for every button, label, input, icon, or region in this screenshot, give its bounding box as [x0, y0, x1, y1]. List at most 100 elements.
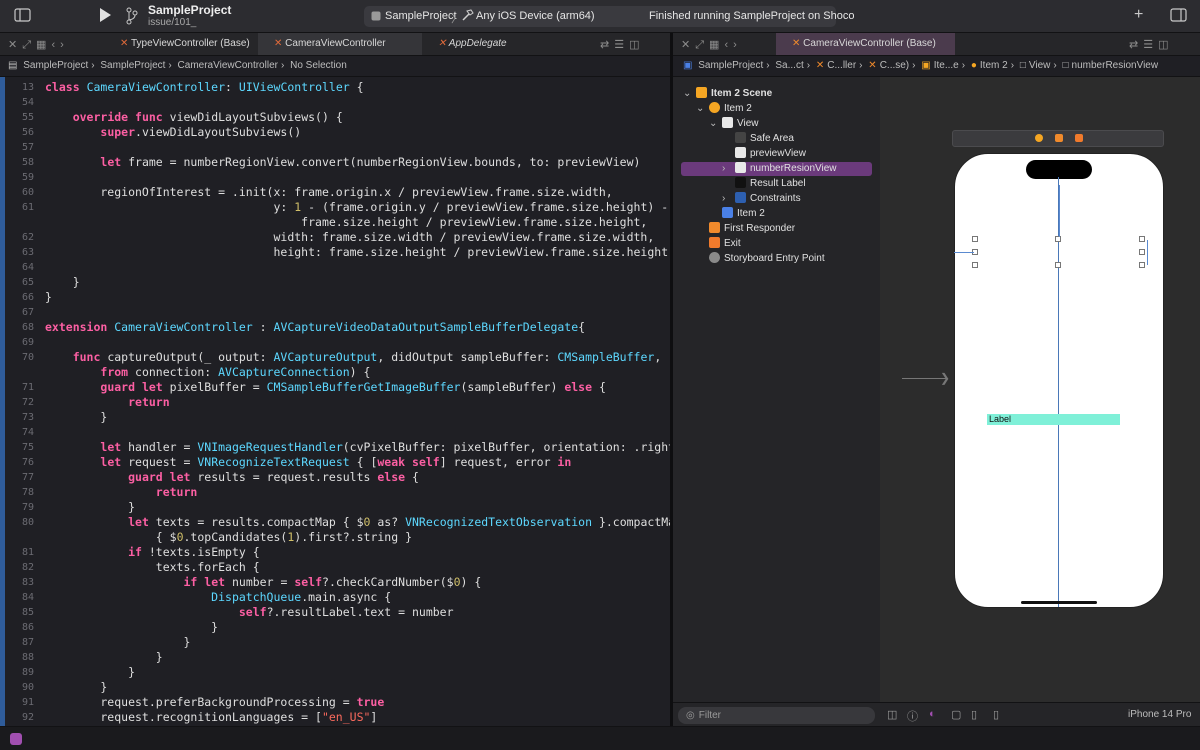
code-line[interactable]: 92 request.recognitionLanguages = ["en_U…	[0, 710, 670, 725]
debug-area-toggle-icon[interactable]	[10, 733, 22, 745]
breadcrumb-item[interactable]: C...ller	[827, 60, 856, 71]
split-icon[interactable]: ◫	[1158, 39, 1173, 51]
resize-handle[interactable]	[1055, 236, 1061, 242]
tab-typeviewcontroller[interactable]: ✕ TypeViewController (Base)	[108, 33, 258, 55]
filter-input[interactable]: ◎ Filter	[678, 707, 875, 724]
code-line[interactable]: 68 extension CameraViewController : AVCap…	[0, 320, 670, 335]
outline-toggle-icon[interactable]: ◫	[887, 708, 897, 721]
chevron-down-icon[interactable]: ⌄	[709, 117, 722, 131]
resize-handle[interactable]	[972, 236, 978, 242]
split-icon[interactable]: ◫	[629, 39, 644, 51]
resize-handle[interactable]	[1139, 236, 1145, 242]
breadcrumb-item[interactable]: SampleProject	[100, 60, 165, 71]
outline-item[interactable]: Item 2	[709, 207, 765, 221]
exit-icon[interactable]	[1075, 134, 1083, 142]
outline-item[interactable]: ⌄ View	[709, 117, 759, 131]
code-line[interactable]: 85 self?.resultLabel.text = number	[0, 605, 670, 620]
code-line[interactable]: 72 return	[0, 395, 670, 410]
accessibility-icon[interactable]: ⓘ	[907, 708, 918, 724]
outline-item[interactable]: First Responder	[696, 222, 795, 236]
code-line[interactable]: 55 override func viewDidLayoutSubviews()…	[0, 110, 670, 125]
code-line[interactable]: 74	[0, 425, 670, 440]
code-line[interactable]: from connection: AVCaptureConnection) {	[0, 365, 670, 380]
add-icon[interactable]: +	[1134, 6, 1143, 24]
inspector-toggle-icon[interactable]	[1170, 8, 1187, 25]
code-line[interactable]: 57	[0, 140, 670, 155]
code-line[interactable]: 79 }	[0, 500, 670, 515]
code-line[interactable]: 87 }	[0, 635, 670, 650]
code-line[interactable]: 86 }	[0, 620, 670, 635]
code-line[interactable]: 84 DispatchQueue.main.async {	[0, 590, 670, 605]
outline-item[interactable]: Exit	[696, 237, 741, 251]
tab-appdelegate[interactable]: ✕ AppDelegate	[422, 33, 572, 55]
scheme-selector[interactable]: SampleProject	[385, 10, 457, 22]
close-icon[interactable]: ✕	[8, 39, 22, 51]
appearance-icon[interactable]: ◐	[929, 708, 936, 720]
controller-icon[interactable]	[1035, 134, 1043, 142]
code-line[interactable]: 88 }	[0, 650, 670, 665]
outline-item[interactable]: ⌄ Item 2	[696, 102, 752, 116]
swap-icon[interactable]: ⇄	[1129, 39, 1143, 51]
code-line[interactable]: { $0.topCandidates(1).first?.string }	[0, 530, 670, 545]
code-line[interactable]: 64	[0, 260, 670, 275]
resize-handle[interactable]	[1055, 262, 1061, 268]
forward-icon[interactable]: ›	[60, 39, 69, 51]
back-icon[interactable]: ‹	[724, 39, 733, 51]
code-line[interactable]: 90 }	[0, 680, 670, 695]
code-line[interactable]: frame.size.height / previewView.frame.si…	[0, 215, 670, 230]
code-line[interactable]: 59	[0, 170, 670, 185]
code-line[interactable]: 60 regionOfInterest = .init(x: frame.ori…	[0, 185, 670, 200]
list-icon[interactable]: ☰	[614, 39, 629, 51]
run-icon[interactable]	[98, 7, 112, 26]
code-line[interactable]: 71 guard let pixelBuffer = CMSampleBuffe…	[0, 380, 670, 395]
code-line[interactable]: 83 if let number = self?.checkCardNumber…	[0, 575, 670, 590]
swap-icon[interactable]: ⇄	[600, 39, 614, 51]
code-line[interactable]: 73 }	[0, 410, 670, 425]
tab-cameraviewcontroller[interactable]: ✕ CameraViewController	[258, 33, 422, 55]
sidebar-toggle-icon[interactable]	[14, 8, 31, 25]
expand-icon[interactable]: ⤢	[695, 39, 709, 51]
resize-handle[interactable]	[1139, 249, 1145, 255]
outline-item[interactable]: Safe Area	[722, 132, 794, 146]
code-line[interactable]: 66}	[0, 290, 670, 305]
code-line[interactable]: 54	[0, 95, 670, 110]
chevron-right-icon[interactable]: ›	[722, 162, 735, 176]
chevron-down-icon[interactable]: ⌄	[696, 102, 709, 116]
layout-icon[interactable]: ▯	[971, 708, 977, 721]
outline-item[interactable]: › Constraints	[722, 192, 801, 206]
tab-storyboard[interactable]: ✕ CameraViewController (Base)	[776, 33, 955, 55]
breadcrumb-item[interactable]: Item 2	[980, 60, 1008, 71]
breadcrumb-item[interactable]: CameraViewController	[178, 60, 278, 71]
editor-options[interactable]: ⇄☰◫	[600, 38, 645, 51]
orientation-icon[interactable]: ▢	[951, 708, 961, 721]
code-line[interactable]: 67	[0, 305, 670, 320]
breadcrumb-item[interactable]: Sa...ct	[775, 60, 803, 71]
code-line[interactable]: 70 func captureOutput(_ output: AVCaptur…	[0, 350, 670, 365]
outline-item[interactable]: › numberResionView	[681, 162, 872, 176]
breadcrumb-item[interactable]: SampleProject	[23, 60, 88, 71]
code-line[interactable]: 82 texts.forEach {	[0, 560, 670, 575]
right-nav-controls[interactable]: ✕⤢▦‹›	[681, 38, 742, 52]
resize-handle[interactable]	[1139, 262, 1145, 268]
code-line[interactable]: 75 let handler = VNImageRequestHandler(c…	[0, 440, 670, 455]
outline-item[interactable]: ⌄ Item 2 Scene	[683, 87, 772, 101]
expand-icon[interactable]: ⤢	[22, 39, 36, 51]
chevron-right-icon[interactable]: ›	[722, 192, 735, 206]
outline-item[interactable]: previewView	[722, 147, 806, 161]
back-icon[interactable]: ‹	[51, 39, 60, 51]
grid-icon[interactable]: ▦	[36, 39, 51, 51]
forward-icon[interactable]: ›	[733, 39, 742, 51]
code-line[interactable]: 63 height: frame.size.height / previewVi…	[0, 245, 670, 260]
code-line[interactable]: 13 class CameraViewController: UIViewCont…	[0, 80, 670, 95]
breadcrumb-item[interactable]: SampleProject	[698, 60, 763, 71]
code-line[interactable]: 69	[0, 335, 670, 350]
code-line[interactable]: 65 }	[0, 275, 670, 290]
code-line[interactable]: 58 let frame = numberRegionView.convert(…	[0, 155, 670, 170]
chevron-down-icon[interactable]: ⌄	[683, 87, 696, 101]
code-editor[interactable]: 13 class CameraViewController: UIViewCont…	[0, 77, 670, 726]
code-line[interactable]: 62 width: frame.size.width / previewView…	[0, 230, 670, 245]
first-responder-icon[interactable]	[1055, 134, 1063, 142]
outline-item[interactable]: Result Label	[722, 177, 806, 191]
destination-selector[interactable]: Any iOS Device (arm64)	[476, 10, 595, 22]
grid-icon[interactable]: ▦	[709, 39, 724, 51]
